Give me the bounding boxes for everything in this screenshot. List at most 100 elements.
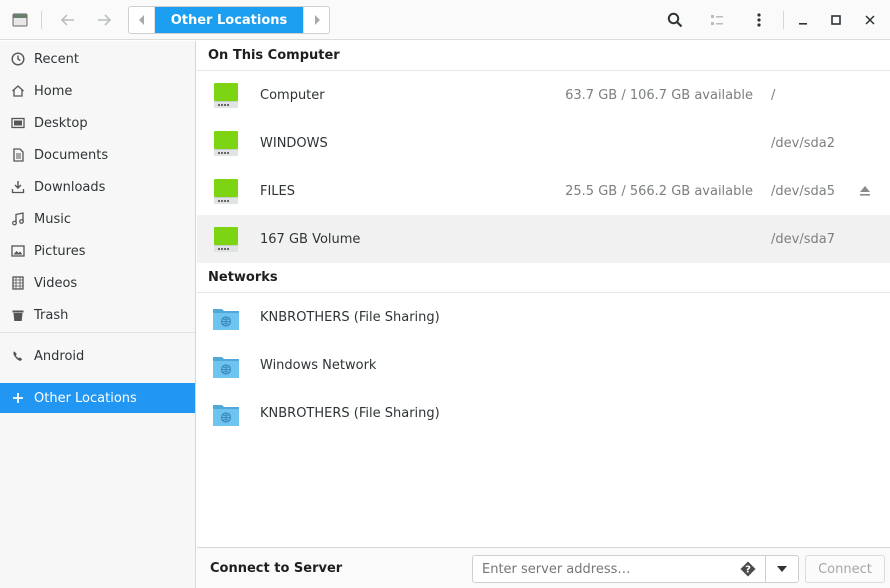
list-view-icon [711, 15, 723, 25]
main-content: On This Computer Computer 63.7 GB / 106.… [197, 41, 890, 547]
menu-button[interactable] [743, 4, 775, 36]
sidebar-item-downloads[interactable]: Downloads [0, 172, 195, 202]
maximize-icon [831, 15, 841, 25]
sidebar-item-documents[interactable]: Documents [0, 140, 195, 170]
sidebar-item-android[interactable]: Android [0, 341, 195, 371]
sidebar-separator [0, 332, 195, 333]
network-name: KNBROTHERS (File Sharing) [260, 309, 440, 325]
sidebar-item-trash[interactable]: Trash [0, 300, 195, 330]
header-bar: Other Locations [0, 0, 890, 40]
chevron-right-icon [314, 15, 320, 25]
sidebar-item-label: Downloads [34, 179, 106, 195]
sidebar-item-videos[interactable]: Videos [0, 268, 195, 298]
maximize-button[interactable] [820, 4, 852, 36]
picture-icon [10, 243, 26, 259]
drive-device: /dev/sda7 [771, 231, 835, 247]
home-icon [10, 83, 26, 99]
sidebar-item-desktop[interactable]: Desktop [0, 108, 195, 138]
sidebar-item-label: Music [34, 211, 71, 227]
search-icon [667, 12, 683, 28]
network-folder-icon [213, 305, 239, 331]
video-icon [10, 275, 26, 291]
plus-icon [10, 390, 26, 406]
path-scroll-left-button[interactable] [129, 7, 155, 33]
kebab-menu-icon [757, 13, 761, 27]
minimize-button[interactable] [787, 4, 819, 36]
path-scroll-right-button[interactable] [303, 7, 329, 33]
drive-icon [213, 131, 239, 157]
sidebar-item-label: Other Locations [34, 390, 137, 406]
server-address-input[interactable] [472, 555, 766, 583]
app-menu-icon[interactable] [4, 4, 36, 36]
music-icon [10, 211, 26, 227]
drive-available: 25.5 GB / 566.2 GB available [565, 183, 753, 199]
drive-device: /dev/sda5 [771, 183, 835, 199]
chevron-left-icon [138, 15, 144, 25]
network-row[interactable]: Windows Network [197, 341, 890, 389]
sidebar-item-label: Pictures [34, 243, 86, 259]
network-row[interactable]: KNBROTHERS (File Sharing) [197, 389, 890, 437]
drive-device: /dev/sda2 [771, 135, 835, 151]
drive-row-167gb-volume[interactable]: 167 GB Volume /dev/sda7 [197, 215, 890, 263]
section-title-computer: On This Computer [197, 41, 890, 71]
connect-button[interactable]: Connect [805, 555, 885, 583]
drive-name: Computer [260, 87, 325, 103]
network-name: KNBROTHERS (File Sharing) [260, 405, 440, 421]
sidebar-item-label: Trash [34, 307, 69, 323]
desktop-icon [10, 115, 26, 131]
sidebar-item-other-locations[interactable]: Other Locations [0, 383, 195, 413]
drive-icon [213, 227, 239, 253]
sidebar-item-label: Recent [34, 51, 79, 67]
drive-device: / [771, 87, 776, 103]
drive-icon [213, 179, 239, 205]
drive-icon [213, 83, 239, 109]
connect-to-server-bar: Connect to Server ? Connect [197, 547, 890, 588]
recent-servers-dropdown[interactable] [765, 555, 799, 583]
sidebar-item-home[interactable]: Home [0, 76, 195, 106]
back-button[interactable] [52, 4, 84, 36]
path-bar: Other Locations [128, 6, 330, 34]
sidebar-item-label: Home [34, 83, 73, 99]
sidebar-item-label: Android [34, 348, 85, 364]
drive-available: 63.7 GB / 106.7 GB available [565, 87, 753, 103]
trash-icon [10, 307, 26, 323]
sidebar-item-label: Videos [34, 275, 78, 291]
close-icon [865, 15, 875, 25]
search-button[interactable] [659, 4, 691, 36]
clock-icon [10, 51, 26, 67]
drive-name: 167 GB Volume [260, 231, 361, 247]
drive-row-windows[interactable]: WINDOWS /dev/sda2 [197, 119, 890, 167]
sidebar-item-label: Documents [34, 147, 109, 163]
network-row[interactable]: KNBROTHERS (File Sharing) [197, 293, 890, 341]
connect-to-server-title: Connect to Server [210, 560, 343, 576]
drive-row-computer[interactable]: Computer 63.7 GB / 106.7 GB available / [197, 71, 890, 119]
network-folder-icon [213, 353, 239, 379]
drive-row-files[interactable]: FILES 25.5 GB / 566.2 GB available /dev/… [197, 167, 890, 215]
chevron-down-icon [777, 566, 787, 572]
phone-icon [10, 348, 26, 364]
sidebar: Recent Home Desktop Documents Downloads … [0, 41, 196, 588]
minimize-icon [799, 23, 807, 25]
download-icon [10, 179, 26, 195]
forward-button[interactable] [88, 4, 120, 36]
svg-text:?: ? [745, 565, 751, 576]
drive-name: WINDOWS [260, 135, 328, 151]
network-name: Windows Network [260, 357, 377, 373]
network-folder-icon [213, 401, 239, 427]
eject-icon[interactable] [857, 183, 873, 199]
drive-name: FILES [260, 183, 296, 199]
arrow-right-icon [98, 14, 112, 26]
document-icon [10, 147, 26, 163]
arrow-left-icon [60, 14, 74, 26]
help-icon[interactable]: ? [740, 561, 756, 577]
sidebar-item-recent[interactable]: Recent [0, 44, 195, 74]
header-separator [41, 11, 42, 29]
sidebar-item-label: Desktop [34, 115, 88, 131]
view-toggle-button[interactable] [701, 4, 733, 36]
sidebar-item-pictures[interactable]: Pictures [0, 236, 195, 266]
close-button[interactable] [854, 4, 886, 36]
sidebar-item-music[interactable]: Music [0, 204, 195, 234]
breadcrumb-other-locations[interactable]: Other Locations [155, 7, 303, 33]
section-title-networks: Networks [197, 263, 890, 293]
header-separator [783, 11, 784, 29]
